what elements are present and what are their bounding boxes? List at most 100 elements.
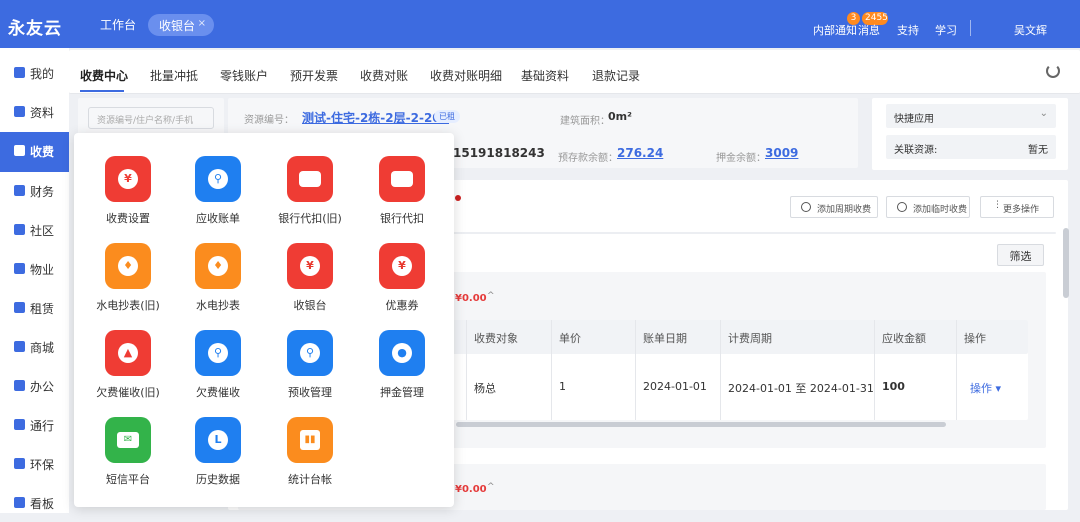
add-periodic-button[interactable]: 添加周期收费	[790, 196, 878, 218]
app-label: 预收管理	[288, 386, 332, 399]
col-header: 单价	[559, 332, 581, 345]
tab-change-account[interactable]: 零钱账户	[220, 67, 268, 84]
filter-button[interactable]: 筛选	[997, 244, 1044, 266]
sidebar-item-label: 环保	[30, 458, 55, 472]
col-header: 账单日期	[643, 332, 687, 345]
workbench-link[interactable]: 工作台	[100, 16, 136, 33]
app-receivable-bills[interactable]: ⚲ 应收账单	[172, 156, 262, 236]
app-cashier[interactable]: ¥ 收银台	[264, 243, 354, 323]
chevron-up-icon[interactable]: ^	[487, 482, 495, 492]
app-prepay-management[interactable]: ⚲ 预收管理	[264, 330, 354, 410]
app-meter-reading-old[interactable]: ♦ 水电抄表(旧)	[82, 243, 172, 323]
plus-icon	[897, 202, 907, 212]
horizontal-scrollbar[interactable]	[456, 422, 946, 427]
app-statistics-ledger[interactable]: ▮▮ 统计台帐	[264, 417, 354, 497]
file-icon	[14, 106, 25, 117]
tab-basic-data[interactable]: 基础资料	[521, 67, 569, 84]
sidebar-item-community[interactable]: 社区	[0, 211, 69, 249]
area-label: 建筑面积：	[560, 116, 610, 127]
app-coupon[interactable]: ¥ 优惠券	[356, 243, 446, 323]
close-icon[interactable]: ×	[198, 18, 206, 29]
prepay-label: 预存款余额：	[558, 153, 618, 164]
deposit-link[interactable]: 3009	[765, 146, 798, 160]
quick-apps-popup: ¥ 收费设置 ⚲ 应收账单 银行代扣(旧) 银行代扣 ♦ 水电抄表(旧) ♦ 水电抄表 …	[74, 133, 454, 507]
mail-icon	[14, 341, 25, 352]
tab-batch-offset[interactable]: 批量冲抵	[150, 67, 198, 84]
sidebar-item-label: 收费	[30, 145, 55, 159]
app-arrears-old[interactable]: ▲ 欠费催收(旧)	[82, 330, 172, 410]
cell-period: 2024-01-01 至 2024-01-31	[728, 382, 874, 395]
plus-icon	[801, 202, 811, 212]
sidebar-item-access[interactable]: 通行	[0, 406, 69, 444]
tab-refund-records[interactable]: 退款记录	[592, 67, 640, 84]
prepay-link[interactable]: 276.24	[617, 146, 663, 160]
sidebar-item-lease[interactable]: 租赁	[0, 289, 69, 327]
sidebar-item-label: 租赁	[30, 302, 55, 316]
key-icon: ⚲	[195, 330, 241, 376]
app-history-data[interactable]: L 历史数据	[172, 417, 262, 497]
quick-apps-select[interactable]: 快捷应用 ⌄	[886, 104, 1056, 128]
app-arrears[interactable]: ⚲ 欠费催收	[172, 330, 262, 410]
group-amount: ¥0.00	[455, 293, 487, 304]
sidebar-item-office[interactable]: 办公	[0, 367, 69, 405]
sidebar-item-charge[interactable]: 收费	[0, 132, 69, 172]
notice-link[interactable]: 内部通知	[813, 22, 857, 38]
active-tab-indicator	[80, 90, 124, 92]
sidebar-item-data[interactable]: 资料	[0, 93, 69, 131]
chevron-up-icon[interactable]: ^	[487, 291, 495, 301]
sidebar-item-label: 物业	[30, 263, 55, 277]
divider	[466, 320, 467, 420]
col-header: 应收金额	[882, 332, 926, 345]
user-name[interactable]: 吴文辉	[1014, 22, 1047, 38]
linked-label: 关联资源:	[894, 145, 938, 156]
app-sms-platform[interactable]: ✉ 短信平台	[82, 417, 172, 497]
sidebar-item-dashboard[interactable]: 看板	[0, 484, 69, 522]
support-link[interactable]: 支持	[897, 22, 919, 38]
app-label: 银行代扣(旧)	[278, 212, 342, 225]
open-tab-cashier[interactable]: 收银台 ×	[148, 14, 214, 36]
add-periodic-label: 添加周期收费	[817, 205, 872, 215]
add-temp-button[interactable]: 添加临时收费	[886, 196, 970, 218]
app-bank-debit[interactable]: 银行代扣	[356, 156, 446, 236]
sidebar-item-label: 商城	[30, 341, 55, 355]
app-charge-settings[interactable]: ¥ 收费设置	[82, 156, 172, 236]
app-label: 历史数据	[196, 473, 240, 486]
sidebar-item-mall[interactable]: 商城	[0, 328, 69, 366]
search-input[interactable]: 资源编号/住户名称/手机	[88, 107, 214, 129]
status-dot	[455, 195, 461, 201]
refresh-icon[interactable]	[1046, 64, 1060, 78]
yuan-icon: ¥	[379, 243, 425, 289]
sidebar-item-env[interactable]: 环保	[0, 445, 69, 483]
app-label: 银行代扣	[380, 212, 424, 225]
tab-charge-center[interactable]: 收费中心	[80, 67, 128, 84]
more-actions-button[interactable]: ⋮ 更多操作	[980, 196, 1054, 218]
sidebar-item-mine[interactable]: 我的	[0, 54, 69, 92]
messages-link[interactable]: 消息	[858, 22, 880, 38]
divider	[956, 320, 957, 420]
cell-bill-date: 2024-01-01	[643, 380, 707, 393]
linked-value: 暂无	[1028, 145, 1048, 156]
app-bank-debit-old[interactable]: 银行代扣(旧)	[264, 156, 354, 236]
col-header: 计费周期	[728, 332, 772, 345]
sidebar-item-property[interactable]: 物业	[0, 250, 69, 288]
app-meter-reading[interactable]: ♦ 水电抄表	[172, 243, 262, 323]
app-label: 收银台	[293, 299, 327, 312]
search-icon	[14, 263, 25, 274]
tab-pre-invoice[interactable]: 预开发票	[290, 67, 338, 84]
tab-reconcile[interactable]: 收费对账	[360, 67, 408, 84]
yuan-icon: ¥	[287, 243, 333, 289]
resource-link[interactable]: 测试-住宅-2栋-2层-2-201	[302, 109, 449, 126]
sidebar-item-label: 我的	[30, 67, 55, 81]
divider	[720, 320, 721, 420]
col-header: 收费对象	[474, 332, 518, 345]
briefcase-icon	[14, 380, 25, 391]
tab-reconcile-detail[interactable]: 收费对账明细	[430, 67, 502, 84]
sidebar-item-finance[interactable]: 财务	[0, 172, 69, 210]
row-action-button[interactable]: 操作 ▾	[970, 380, 1001, 396]
app-label: 优惠券	[385, 299, 419, 312]
app-deposit-management[interactable]: ● 押金管理	[356, 330, 446, 410]
vertical-scrollbar[interactable]	[1063, 228, 1069, 298]
chart-icon: ▮▮	[287, 417, 333, 463]
learn-link[interactable]: 学习	[935, 22, 957, 38]
coin-icon: ¥	[105, 156, 151, 202]
